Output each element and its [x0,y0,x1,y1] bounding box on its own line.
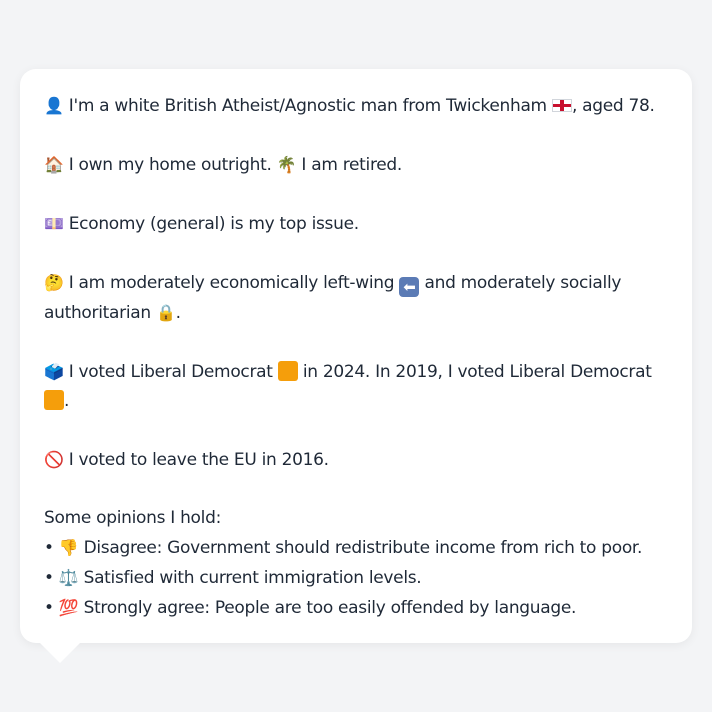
lock-icon: 🔒 [155,303,176,322]
period-text: . [175,303,181,323]
england-flag-icon [551,99,572,112]
person-icon: 👤 [44,96,64,115]
vote-line: 🗳️ I voted Liberal Democrat in 2024. In … [44,357,668,416]
home-line: 🏠 I own my home outright. 🌴 I am retired… [44,150,668,180]
hundred-points-icon: 💯 [58,598,79,617]
orange-square-icon [44,390,64,410]
retired-text: I am retired. [301,155,403,175]
opinion-item: • ⚖️ Satisfied with current immigration … [44,563,668,593]
palm-tree-icon: 🌴 [276,155,297,174]
orange-square-icon [277,361,298,381]
opinion-item: • 💯 Strongly agree: People are too easil… [44,593,668,623]
identity-text: I'm a white British Atheist/Agnostic man… [68,96,547,116]
period-text: . [64,391,70,411]
age-text: , aged 78. [571,96,655,116]
economic-text: I am moderately economically left-wing [68,273,395,293]
opinion-text: Disagree: Government should redistribute… [83,538,643,558]
vote-2024-text: I voted Liberal Democrat [68,362,273,382]
identity-line: 👤 I'm a white British Atheist/Agnostic m… [44,91,668,121]
bullet: • [44,598,54,618]
bullet: • [44,568,54,588]
money-icon: 💷 [44,214,64,233]
opinion-text: Strongly agree: People are too easily of… [83,598,577,618]
left-arrow-icon: ⬅ [399,277,420,297]
opinion-text: Satisfied with current immigration level… [83,568,422,588]
ideology-line: 🤔 I am moderately economically left-wing… [44,268,668,328]
thinking-face-icon: 🤔 [44,273,64,292]
thumbs-down-icon: 👎 [58,538,79,557]
eu-vote-text: I voted to leave the EU in 2016. [68,450,329,470]
top-issue-line: 💷 Economy (general) is my top issue. [44,209,668,239]
vote-2019-text: in 2024. In 2019, I voted Liberal Democr… [302,362,652,382]
ballot-box-icon: 🗳️ [44,362,64,381]
eu-vote-line: 🚫 I voted to leave the EU in 2016. [44,445,668,475]
opinions-heading: Some opinions I hold: [44,508,221,528]
persona-card: 👤 I'm a white British Atheist/Agnostic m… [20,69,692,643]
home-text: I own my home outright. [68,155,272,175]
top-issue-text: Economy (general) is my top issue. [68,214,359,234]
scales-icon: ⚖️ [58,568,79,587]
bullet: • [44,538,54,558]
house-icon: 🏠 [44,155,64,174]
speech-bubble-tail [40,643,80,663]
prohibited-icon: 🚫 [44,450,64,469]
opinion-item: • 👎 Disagree: Government should redistri… [44,533,668,563]
